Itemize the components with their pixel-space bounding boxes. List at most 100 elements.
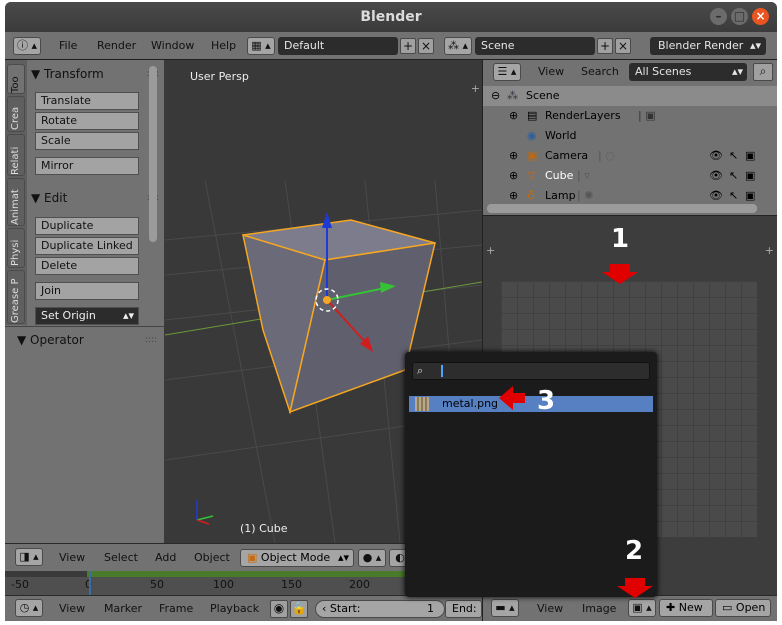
region-toggle-icon[interactable]: +	[765, 244, 774, 257]
duplicate-button[interactable]: Duplicate	[35, 217, 139, 235]
menu-object[interactable]: Object	[194, 544, 230, 572]
transform-panel-header[interactable]: ▼ Transform::::	[31, 64, 159, 84]
tick-label: 50	[150, 578, 164, 591]
popup-search-input[interactable]: ⌕	[412, 362, 650, 380]
scene-field[interactable]: Scene	[475, 37, 595, 55]
open-image-button[interactable]: ▭ Open	[715, 599, 771, 617]
outliner-row-scene[interactable]: ⊖ ⁂ Scene	[483, 86, 777, 106]
browse-image-button[interactable]: ▣ ▴	[628, 599, 656, 617]
mode-dropdown[interactable]: ▣ Object Mode ▴▾	[240, 549, 354, 567]
close-icon[interactable]: ×	[752, 8, 769, 25]
drag-handle-icon[interactable]: ::::	[145, 330, 157, 350]
tab-physics[interactable]: Physi	[7, 228, 25, 268]
editor-type-image-icon[interactable]: ▬ ▴	[491, 599, 519, 617]
current-frame-marker[interactable]	[89, 571, 91, 595]
region-toggle-icon[interactable]: +	[471, 82, 480, 95]
expand-icon[interactable]: ⊕	[509, 106, 518, 126]
timeline-menu-playback[interactable]: Playback	[210, 595, 259, 621]
editor-type-info-button[interactable]: ⓘ ▴	[13, 37, 41, 55]
outliner-menu-search[interactable]: Search	[581, 58, 619, 86]
menu-add[interactable]: Add	[155, 544, 176, 572]
scene-icon[interactable]: ⁂ ▴	[444, 37, 472, 55]
expand-icon[interactable]: ⊕	[509, 186, 518, 206]
translate-button[interactable]: Translate	[35, 92, 139, 110]
chevron-left-icon[interactable]: ‹	[322, 602, 326, 615]
join-button[interactable]: Join	[35, 282, 139, 300]
dropdown-arrows-icon: ▴▾	[122, 309, 134, 322]
visibility-eye-icon[interactable]: 👁	[709, 166, 723, 186]
start-frame-field[interactable]: ‹ Start: 1	[315, 600, 445, 618]
expand-icon[interactable]: ⊕	[509, 146, 518, 166]
timeline-menu-view[interactable]: View	[59, 595, 85, 621]
outliner-row-renderlayers[interactable]: ⊕ ▤ RenderLayers | ▣	[483, 106, 777, 126]
outliner-row-cube[interactable]: ⊕ ▽ Cube | ▿ 👁 ↖ ▣	[483, 166, 777, 186]
expand-icon[interactable]: ⊕	[509, 166, 518, 186]
outliner-row-world[interactable]: ◉ World	[483, 126, 777, 146]
tool-shelf-scrollbar[interactable]	[149, 66, 157, 242]
duplicate-linked-button[interactable]: Duplicate Linked	[35, 237, 139, 255]
tab-grease-pencil[interactable]: Grease P	[7, 270, 25, 324]
record-icon[interactable]: ◉	[270, 600, 288, 618]
rotate-button[interactable]: Rotate	[35, 112, 139, 130]
scale-button[interactable]: Scale	[35, 132, 139, 150]
dropdown-arrows-icon: ▴▾	[731, 65, 743, 78]
edit-panel-header[interactable]: ▼ Edit::::	[31, 188, 159, 208]
menu-file[interactable]: File	[59, 32, 77, 60]
operator-panel-header[interactable]: ▼ Operator::::	[17, 330, 157, 350]
end-frame-field[interactable]: End:	[445, 600, 482, 618]
visibility-eye-icon[interactable]: 👁	[709, 186, 723, 206]
menu-render[interactable]: Render	[97, 32, 136, 60]
maximize-icon[interactable]: □	[731, 8, 748, 25]
tab-tools[interactable]: Too	[7, 64, 25, 94]
outliner-menu-view[interactable]: View	[538, 58, 564, 86]
set-origin-dropdown[interactable]: Set Origin ▴▾	[35, 307, 139, 325]
tick-label: 200	[349, 578, 370, 591]
outliner-search-icon[interactable]: ⌕	[753, 63, 773, 81]
region-toggle-icon[interactable]: +	[486, 244, 495, 257]
render-engine-dropdown[interactable]: Blender Render ▴▾	[650, 37, 766, 55]
annotation-label: 3	[537, 386, 556, 416]
collapse-icon[interactable]: ⊖	[491, 86, 500, 106]
viewport-shading-icon[interactable]: ● ▴	[358, 549, 386, 567]
render-camera-icon[interactable]: ▣	[745, 166, 755, 186]
menu-view[interactable]: View	[59, 544, 85, 572]
outliner-horizontal-scrollbar[interactable]	[487, 204, 757, 213]
menu-help[interactable]: Help	[211, 32, 236, 60]
select-cursor-icon[interactable]: ↖	[729, 166, 738, 186]
remove-screen-button[interactable]: ×	[418, 38, 434, 54]
tab-relations[interactable]: Relati	[7, 134, 25, 176]
image-menu-image[interactable]: Image	[582, 595, 616, 621]
add-screen-button[interactable]: +	[400, 38, 416, 54]
text-caret	[441, 365, 443, 377]
tab-animation[interactable]: Animat	[7, 178, 25, 226]
outliner-row-camera[interactable]: ⊕ ▣ Camera | ◌ 👁 ↖ ▣	[483, 146, 777, 166]
new-image-button[interactable]: ✚ New	[659, 599, 713, 617]
mirror-button[interactable]: Mirror	[35, 157, 139, 175]
delete-button[interactable]: Delete	[35, 257, 139, 275]
screen-layout-field[interactable]: Default	[278, 37, 398, 55]
timeline-menu-frame[interactable]: Frame	[159, 595, 193, 621]
select-cursor-icon[interactable]: ↖	[729, 186, 738, 206]
popup-item-metal-png[interactable]: metal.png	[409, 396, 653, 412]
outliner-filter-dropdown[interactable]: All Scenes ▴▾	[629, 63, 747, 81]
lock-icon[interactable]: 🔒	[290, 600, 308, 618]
select-cursor-icon[interactable]: ↖	[729, 146, 738, 166]
timeline-menu-marker[interactable]: Marker	[104, 595, 142, 621]
render-camera-icon[interactable]: ▣	[745, 146, 755, 166]
editor-type-timeline-icon[interactable]: ◷ ▴	[15, 599, 43, 617]
object-label: (1) Cube	[240, 522, 288, 535]
editor-type-3dview-icon[interactable]: ◨ ▴	[15, 548, 43, 566]
add-scene-button[interactable]: +	[597, 38, 613, 54]
render-camera-icon[interactable]: ▣	[745, 186, 755, 206]
outliner-editor-type-icon[interactable]: ☰ ▴	[493, 63, 521, 81]
outliner-row-lamp[interactable]: ⊕ ♁ Lamp | ✺ 👁 ↖ ▣	[483, 186, 777, 206]
image-menu-view[interactable]: View	[537, 595, 563, 621]
screen-layout-icon[interactable]: ▦ ▴	[247, 37, 275, 55]
menu-window[interactable]: Window	[151, 32, 194, 60]
visibility-eye-icon[interactable]: 👁	[709, 146, 723, 166]
menu-select[interactable]: Select	[104, 544, 138, 572]
info-header: ⓘ ▴ File Render Window Help ▦ ▴ Default …	[5, 32, 777, 60]
tab-create[interactable]: Crea	[7, 96, 25, 132]
minimize-icon[interactable]: –	[710, 8, 727, 25]
remove-scene-button[interactable]: ×	[615, 38, 631, 54]
